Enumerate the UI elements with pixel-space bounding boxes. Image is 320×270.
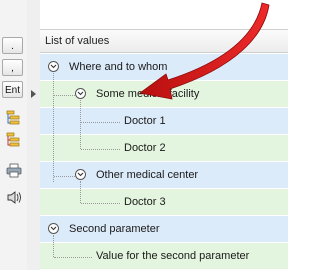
print-icon[interactable] <box>5 162 22 179</box>
tree-connector <box>81 149 120 150</box>
collapse-all-icon[interactable] <box>5 131 22 148</box>
tree-row-label: Doctor 2 <box>124 142 166 154</box>
tree-connector <box>54 257 92 258</box>
comma-button[interactable]: , <box>2 59 23 76</box>
tree-row[interactable]: Where and to whom <box>40 54 288 81</box>
chevron-down-icon[interactable] <box>48 223 59 234</box>
row-indicator-column <box>27 0 41 270</box>
tree-connector <box>54 95 75 96</box>
tree-connector <box>81 122 120 123</box>
tree-row[interactable]: Doctor 1 <box>40 108 288 135</box>
column-header-label: List of values <box>45 35 110 47</box>
current-row-indicator-icon <box>31 90 36 98</box>
tree-row-label: Second parameter <box>69 223 160 235</box>
tree-row[interactable]: Other medical center <box>40 162 288 189</box>
tree-connector <box>80 181 81 203</box>
tree-row-label: Some medical facility <box>96 88 200 100</box>
tree-row-label: Doctor 3 <box>124 196 166 208</box>
tree-row[interactable]: Doctor 3 <box>40 189 288 216</box>
chevron-down-icon[interactable] <box>48 61 59 72</box>
tree-connector <box>80 100 81 149</box>
sound-icon[interactable] <box>5 189 22 206</box>
tree-row[interactable]: Second parameter <box>40 216 288 243</box>
tree-row-label: Doctor 1 <box>124 115 166 127</box>
column-header[interactable]: List of values <box>40 29 288 53</box>
chevron-down-icon[interactable] <box>75 88 86 99</box>
values-grid: List of values Where and to whom Some me… <box>40 0 288 270</box>
tree-row[interactable]: Doctor 2 <box>40 135 288 162</box>
left-toolbar: . , Ent <box>0 0 28 270</box>
chevron-down-icon[interactable] <box>75 169 86 180</box>
tree-connector <box>54 176 75 177</box>
expand-all-icon[interactable] <box>5 109 22 126</box>
tree-row-label: Where and to whom <box>69 61 168 73</box>
dot-button[interactable]: . <box>2 37 23 54</box>
tree-row[interactable]: Some medical facility <box>40 81 288 108</box>
tree-connector <box>81 203 120 204</box>
tree-row-label: Value for the second parameter <box>96 250 250 262</box>
tree-row-label: Other medical center <box>96 169 199 181</box>
tree-connector <box>53 73 54 182</box>
tree-connector <box>53 235 54 257</box>
enter-button[interactable]: Ent <box>2 81 23 98</box>
